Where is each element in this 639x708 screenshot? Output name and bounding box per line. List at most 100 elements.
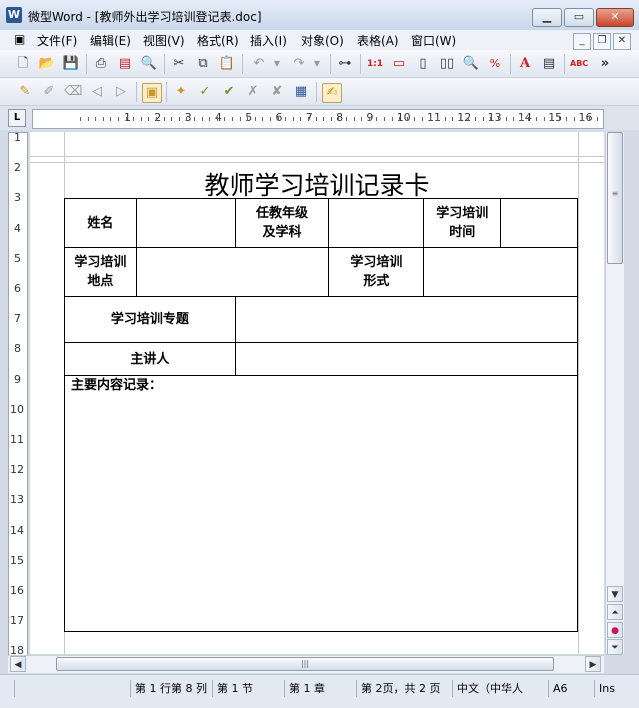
speaker-input-cell[interactable] bbox=[234, 342, 579, 376]
vruler-number: 8 bbox=[14, 342, 21, 356]
vertical-ruler[interactable]: 1 2 3 4 5 6 7 8 9 10 11 12 13 14 15 16 17 18 bbox=[8, 132, 28, 656]
highlight-box-icon[interactable]: ▣ bbox=[142, 83, 162, 103]
spellcheck-icon[interactable]: ABC bbox=[570, 55, 588, 73]
paste-icon[interactable]: 📋 bbox=[218, 55, 236, 73]
insert-mode-indicator[interactable]: Ins bbox=[594, 680, 639, 697]
hruler-tick bbox=[422, 117, 423, 121]
close-button[interactable]: ✕ bbox=[596, 8, 634, 27]
toolbar-separator bbox=[242, 54, 243, 74]
menu-edit[interactable]: 编辑(E) bbox=[90, 32, 131, 49]
reject-all-icon[interactable]: ✘ bbox=[268, 83, 286, 101]
page-width-icon[interactable]: ▭ bbox=[390, 55, 408, 73]
vruler-number: 2 bbox=[14, 161, 21, 175]
hruler-number: 6 bbox=[275, 111, 283, 124]
pdf-export-icon[interactable]: ▤ bbox=[116, 55, 134, 73]
save-icon[interactable]: 💾 bbox=[62, 55, 80, 73]
edit-page-icon[interactable]: ✎ bbox=[16, 83, 34, 101]
redo-dropdown-icon[interactable]: ▼ bbox=[308, 55, 326, 73]
document-title[interactable]: 教师学习培训记录卡 bbox=[30, 166, 604, 202]
full-page-icon[interactable]: ▯ bbox=[414, 55, 432, 73]
name-label-cell: 姓名 bbox=[64, 198, 137, 248]
record-card-table[interactable]: 姓名 任教年级 及学科 学习培训 时间 学习培训 地点 学习培训 形式 学习培训专题 主… bbox=[64, 198, 579, 632]
hruler-tick bbox=[308, 117, 309, 121]
zoom-in-icon[interactable]: 🔍 bbox=[462, 55, 480, 73]
doc-restore-button[interactable]: ❐ bbox=[593, 33, 611, 50]
page-indicator: 第 2页，共 2 页 bbox=[356, 680, 453, 697]
minimize-button[interactable]: ▁ bbox=[532, 8, 562, 27]
find-binoculars-icon[interactable]: ⊶ bbox=[336, 55, 354, 73]
scroll-right-arrow-icon[interactable]: ▶ bbox=[585, 656, 601, 672]
doc-minimize-button[interactable]: _ bbox=[573, 33, 591, 50]
hruler-tick bbox=[368, 117, 370, 121]
document-page[interactable]: 教师学习培训记录卡 姓名 任教年级 及学科 学习培训 时间 学习培训 地点 学习培训形… bbox=[30, 132, 604, 654]
hruler-tick bbox=[239, 117, 241, 121]
scroll-down-arrow-icon[interactable]: ▼ bbox=[607, 586, 623, 602]
vertical-scroll-thumb[interactable]: ≡ bbox=[607, 132, 623, 264]
menu-view[interactable]: 视图(V) bbox=[143, 32, 185, 49]
print-icon[interactable]: ⎙ bbox=[92, 55, 110, 73]
new-document-icon[interactable]: 🗋 bbox=[14, 55, 32, 73]
browse-object-icon[interactable]: ● bbox=[607, 622, 623, 638]
place-input-cell[interactable] bbox=[135, 247, 330, 297]
menu-insert[interactable]: 插入(I) bbox=[250, 32, 287, 49]
horizontal-scroll-thumb[interactable]: ||| bbox=[56, 657, 554, 671]
font-color-icon[interactable]: A bbox=[516, 55, 534, 73]
menu-format[interactable]: 格式(R) bbox=[197, 32, 239, 49]
two-pages-icon[interactable]: ▯▯ bbox=[438, 55, 456, 73]
menu-file[interactable]: 文件(F) bbox=[37, 32, 77, 49]
chapter-indicator: 第 1 章 bbox=[284, 680, 353, 697]
track-changes-icon[interactable]: ✦ bbox=[172, 83, 190, 101]
menu-table[interactable]: 表格(A) bbox=[357, 32, 399, 49]
toolbar-overflow-icon[interactable]: » bbox=[596, 55, 614, 73]
actual-size-icon[interactable]: 1:1 bbox=[366, 55, 384, 73]
subject-input-cell[interactable] bbox=[328, 198, 425, 248]
language-indicator[interactable]: 中文（中华人 bbox=[452, 680, 541, 697]
drawing-toolbar: ✎ ✐ ⌫ ◁ ▷ ▣ ✦ ✓ ✔ ✗ ✘ ▦ ✍ bbox=[0, 78, 639, 106]
paragraph-icon[interactable]: ▤ bbox=[540, 55, 558, 73]
time-label-line1: 学习培训 bbox=[436, 206, 489, 221]
tab-selector-button[interactable]: L bbox=[8, 109, 26, 127]
hruler-tick bbox=[543, 117, 545, 121]
delete-comment-icon[interactable]: ⌫ bbox=[64, 83, 82, 101]
reject-change-icon[interactable]: ✗ bbox=[244, 83, 262, 101]
reviewing-toggle-icon[interactable]: ✍ bbox=[322, 83, 342, 103]
hruler-number: 8 bbox=[336, 111, 344, 124]
vertical-scrollbar[interactable]: ≡ ▼ ⏶ ● ⏷ bbox=[605, 132, 624, 655]
next-comment-icon[interactable]: ▷ bbox=[112, 83, 130, 101]
form-input-cell[interactable] bbox=[423, 247, 578, 297]
time-input-cell[interactable] bbox=[500, 198, 578, 248]
doc-close-button[interactable]: ✕ bbox=[613, 33, 631, 50]
menu-window[interactable]: 窗口(W) bbox=[411, 32, 456, 49]
copy-icon[interactable]: ⧉ bbox=[194, 55, 212, 73]
hruler-tick bbox=[87, 117, 89, 121]
content-record-cell[interactable]: 主要内容记录： bbox=[64, 375, 578, 632]
menu-object[interactable]: 对象(O) bbox=[301, 32, 344, 49]
next-page-icon[interactable]: ⏷ bbox=[607, 639, 623, 655]
review-pane-icon[interactable]: ▦ bbox=[292, 83, 310, 101]
cut-icon[interactable]: ✂ bbox=[170, 55, 188, 73]
print-preview-icon[interactable]: 🔍 bbox=[140, 55, 158, 73]
undo-icon[interactable]: ↶ bbox=[250, 55, 268, 73]
horizontal-scrollbar[interactable]: ◀ ||| ▶ bbox=[8, 655, 604, 673]
accept-all-icon[interactable]: ✔ bbox=[220, 83, 238, 101]
topic-label: 学习培训专题 bbox=[110, 312, 189, 327]
vruler-number: 6 bbox=[14, 282, 21, 295]
table-row: 主讲人 bbox=[64, 342, 579, 376]
hruler-tick bbox=[247, 117, 249, 121]
open-folder-icon[interactable]: 📂 bbox=[38, 55, 56, 73]
zoom-percent-icon[interactable]: % bbox=[486, 55, 504, 73]
horizontal-ruler[interactable]: 1 2 3 4 5 6 7 8 9 10 11 12 13 14 15 16 bbox=[32, 109, 604, 129]
topic-input-cell[interactable] bbox=[234, 296, 579, 343]
scroll-left-arrow-icon[interactable]: ◀ bbox=[10, 656, 26, 672]
previous-page-icon[interactable]: ⏶ bbox=[607, 604, 623, 620]
accept-change-icon[interactable]: ✓ bbox=[196, 83, 214, 101]
name-input-cell[interactable] bbox=[135, 198, 236, 248]
word-app-icon[interactable]: W bbox=[6, 7, 22, 23]
standard-toolbar: 🗋 📂 💾 ⎙ ▤ 🔍 ✂ ⧉ 📋 ↶ ▼ ↷ ▼ ⊶ 1:1 ▭ ▯ ▯▯ 🔍… bbox=[0, 50, 639, 78]
undo-dropdown-icon[interactable]: ▼ bbox=[268, 55, 286, 73]
doc-menu-icon[interactable]: ▣ bbox=[14, 32, 25, 46]
maximize-button[interactable]: ▭ bbox=[564, 8, 594, 27]
redo-icon[interactable]: ↷ bbox=[290, 55, 308, 73]
prev-comment-icon[interactable]: ◁ bbox=[88, 83, 106, 101]
edit-comment-icon[interactable]: ✐ bbox=[40, 83, 58, 101]
